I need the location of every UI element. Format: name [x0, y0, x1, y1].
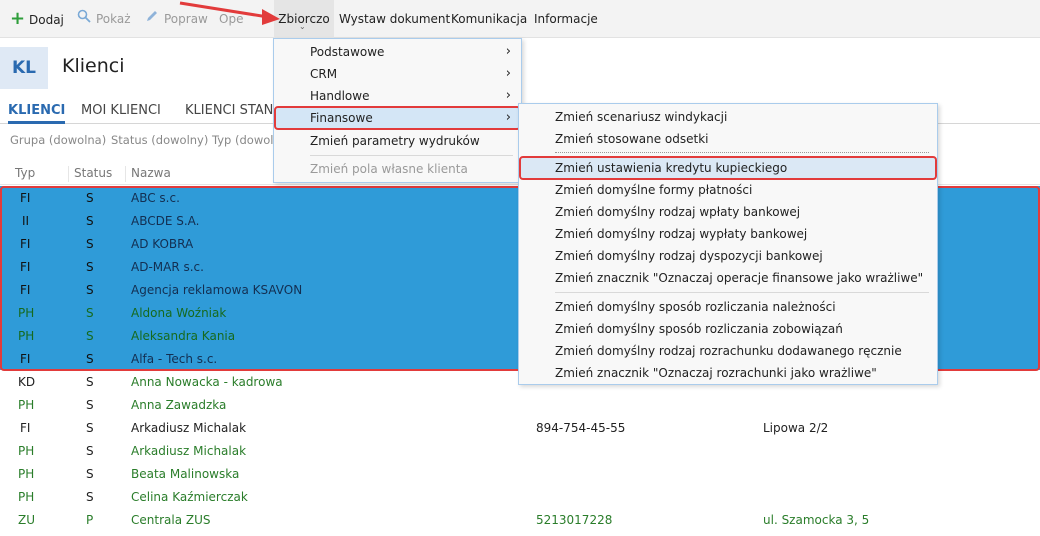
menu-item-sensitive-settlements[interactable]: Zmień znacznik "Oznaczaj rozrachunki jak… — [519, 362, 937, 384]
menu-item-bank-withdrawal[interactable]: Zmień domyślny rodzaj wypłaty bankowej — [519, 223, 937, 245]
table-row[interactable]: PH S Arkadiusz Michalak — [0, 439, 1040, 462]
menu-item-bank-disposition[interactable]: Zmień domyślny rodzaj dyspozycji bankowe… — [519, 245, 937, 267]
search-icon — [77, 0, 91, 38]
chevron-right-icon: › — [505, 66, 511, 81]
finance-submenu: Zmień scenariusz windykacji Zmień stosow… — [518, 103, 938, 385]
menu-item-collection-scenario[interactable]: Zmień scenariusz windykacji — [519, 106, 937, 128]
communication-button[interactable]: Komunikacja — [451, 0, 527, 38]
bulk-menu-button[interactable]: Zbiorczo ⌄ — [274, 0, 334, 38]
page-title: Klienci — [62, 55, 125, 77]
table-row[interactable]: ZU P Centrala ZUS 5213017228 ul. Szamock… — [0, 508, 1040, 531]
menu-item-liabilities[interactable]: Zmień domyślny sposób rozliczania zobowi… — [519, 318, 937, 340]
menu-item-podstawowe[interactable]: Podstawowe › — [274, 41, 521, 63]
pencil-icon — [145, 0, 159, 38]
tab-moi-klienci[interactable]: MOI KLIENCI — [81, 97, 161, 124]
chevron-down-icon: ⌄ — [299, 22, 306, 31]
menu-item-bank-deposit[interactable]: Zmień domyślny rodzaj wpłaty bankowej — [519, 201, 937, 223]
menu-separator — [555, 292, 929, 293]
filter-type[interactable]: Typ (dowoln — [212, 133, 281, 147]
chevron-right-icon: › — [505, 110, 511, 125]
column-status[interactable]: Status — [68, 166, 112, 182]
filter-status[interactable]: Status (dowolny) — [111, 133, 208, 147]
menu-item-receivables[interactable]: Zmień domyślny sposób rozliczania należn… — [519, 296, 937, 318]
menu-separator — [555, 152, 929, 153]
information-button[interactable]: Informacje — [534, 0, 598, 38]
menu-item-sensitive-operations[interactable]: Zmień znacznik "Oznaczaj operacje finans… — [519, 267, 937, 289]
menu-item-print-params[interactable]: Zmień parametry wydruków — [274, 130, 521, 152]
table-row[interactable]: PH S Celina Kaźmierczak — [0, 485, 1040, 508]
issue-document-button[interactable]: Wystaw dokument — [339, 0, 450, 38]
menu-item-crm[interactable]: CRM › — [274, 63, 521, 85]
table-row[interactable]: PH S Anna Zawadzka — [0, 393, 1040, 416]
menu-separator — [310, 155, 513, 156]
tab-klienci[interactable]: KLIENCI — [8, 97, 66, 124]
table-row[interactable]: FI S Arkadiusz Michalak 894-754-45-55 Li… — [0, 416, 1040, 439]
column-nazwa[interactable]: Nazwa — [125, 166, 171, 182]
operations-button[interactable]: Ope — [219, 0, 243, 38]
menu-item-custom-fields[interactable]: Zmień pola własne klienta — [274, 158, 521, 180]
menu-item-payment-forms[interactable]: Zmień domyślne formy płatności — [519, 179, 937, 201]
add-button[interactable]: + Dodaj — [10, 0, 64, 38]
module-badge: KL — [0, 47, 48, 89]
table-row[interactable]: PH S Beata Malinowska — [0, 462, 1040, 485]
filter-group[interactable]: Grupa (dowolna) — [10, 133, 106, 147]
column-typ[interactable]: Typ — [10, 166, 35, 182]
menu-item-finansowe[interactable]: Finansowe › — [274, 106, 521, 130]
show-button[interactable]: Pokaż — [77, 0, 131, 38]
menu-item-interest[interactable]: Zmień stosowane odsetki — [519, 128, 937, 150]
menu-item-trade-credit[interactable]: Zmień ustawienia kredytu kupieckiego — [519, 156, 937, 180]
plus-icon: + — [10, 8, 26, 29]
edit-button[interactable]: Popraw — [145, 0, 208, 38]
chevron-right-icon: › — [505, 44, 511, 59]
menu-item-handlowe[interactable]: Handlowe › — [274, 85, 521, 107]
tab-klienci-standard[interactable]: KLIENCI STAND — [185, 97, 283, 124]
bulk-actions-menu: Podstawowe › CRM › Handlowe › Finansowe › Zm… — [273, 38, 522, 183]
chevron-right-icon: › — [505, 88, 511, 103]
toolbar: + Dodaj Pokaż Popraw Ope Zbiorczo ⌄ Wysta… — [0, 0, 1040, 38]
menu-item-manual-settlement[interactable]: Zmień domyślny rodzaj rozrachunku dodawa… — [519, 340, 937, 362]
